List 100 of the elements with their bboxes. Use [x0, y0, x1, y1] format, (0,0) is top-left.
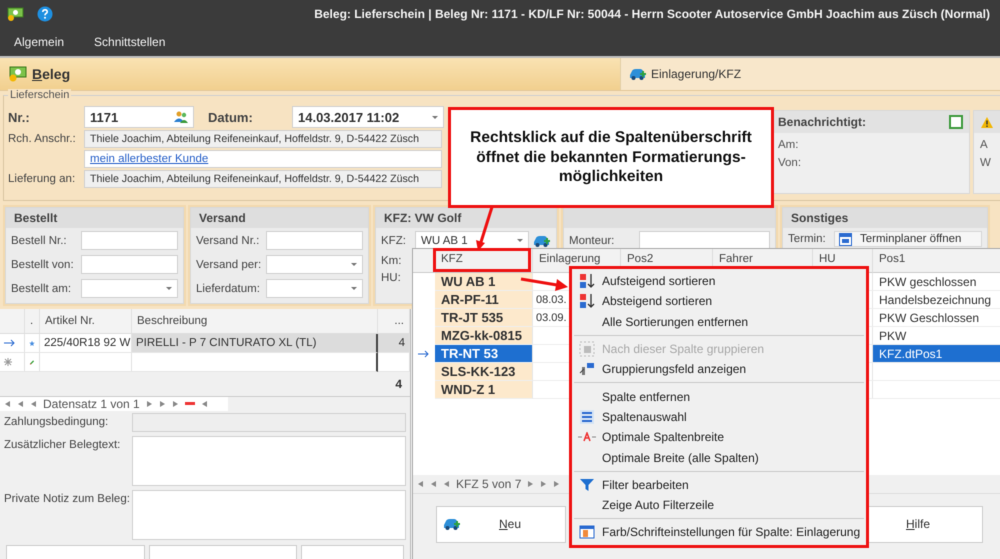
- callout-text: Rechtsklick auf die Spaltenüberschrift öffnet die bekannten Formatierungs-möglichkeiten: [469, 128, 753, 187]
- next-page-icon[interactable]: [158, 400, 166, 408]
- menu-item[interactable]: Optimale Breite (alle Spalten): [572, 447, 866, 468]
- field-label: Am:: [778, 139, 798, 151]
- next-record-icon[interactable]: [146, 400, 153, 408]
- column-header[interactable]: .: [25, 309, 40, 334]
- field-label: Private Notiz zum Beleg:: [4, 492, 128, 505]
- column-list-icon: [579, 408, 595, 425]
- tab[interactable]: Einlagerung/KFZ: [620, 58, 1000, 90]
- table-cell: 4: [378, 334, 410, 353]
- format-icon: [579, 524, 595, 540]
- previous-page-icon[interactable]: [430, 480, 437, 488]
- caret-icon[interactable]: [351, 287, 357, 290]
- warning-icon: [980, 116, 994, 128]
- table-cell[interactable]: WND-Z 1: [435, 381, 533, 399]
- menu-item[interactable]: Filter bearbeiten: [572, 474, 866, 495]
- previous-page-icon[interactable]: [17, 400, 24, 408]
- column-header: [413, 249, 435, 273]
- group-title: Sonstiges: [791, 211, 848, 225]
- input-field[interactable]: [81, 255, 178, 274]
- first-record-icon[interactable]: [4, 400, 11, 408]
- checkbox[interactable]: [949, 115, 963, 129]
- field-label: HU:: [381, 272, 402, 284]
- field-label: Nr.:: [8, 110, 31, 124]
- previous-record-icon[interactable]: [443, 480, 450, 488]
- group-title: Versand: [199, 211, 246, 225]
- window-title: Beleg: Lieferschein | Beleg Nr: 1171 - KD/LF Nr: 50044 - Herrn Scooter Autoservice GmbH Joachim aus Züsch (Normal): [314, 7, 990, 21]
- table-cell[interactable]: TR-JT 535: [435, 309, 533, 327]
- table-cell[interactable]: TR-NT 53: [435, 345, 533, 363]
- column-header[interactable]: Artikel Nr.: [40, 309, 132, 334]
- table-cell[interactable]: WU AB 1: [435, 273, 533, 291]
- button[interactable]: [300, 545, 404, 559]
- table-cell: 225/40R18 92 W: [40, 334, 132, 353]
- column-header[interactable]: Pos1: [873, 249, 1000, 273]
- table-cell[interactable]: SLS-KK-123: [435, 363, 533, 381]
- table-cell[interactable]: AR-PF-11: [435, 291, 533, 309]
- menu-item[interactable]: Schnittstellen: [94, 35, 166, 49]
- row-pointer-icon: [418, 350, 430, 358]
- new-row-icon: [4, 358, 12, 366]
- field-label: Versand Nr.:: [196, 234, 260, 246]
- field-label: Bestellt von:: [11, 258, 75, 270]
- input-field[interactable]: [81, 231, 178, 250]
- dropdown-field[interactable]: [266, 255, 363, 274]
- group-title: Lieferschein: [8, 89, 72, 101]
- table-cell: PIRELLI - P 7 CINTURATO XL (TL): [132, 334, 378, 353]
- group-title: KFZ: VW Golf: [384, 211, 462, 225]
- dropdown-field[interactable]: [81, 279, 178, 298]
- menu-item[interactable]: Spaltenauswahl: [572, 406, 866, 428]
- next-page-icon[interactable]: [540, 480, 548, 488]
- column-header[interactable]: ...: [378, 309, 410, 334]
- first-record-icon[interactable]: [417, 480, 424, 488]
- address-field[interactable]: Thiele Joachim, Abteilung Reifeneinkauf, Hoffeldstr. 9, D-54422 Züsch: [84, 130, 442, 148]
- filter-icon: [579, 476, 595, 493]
- record-counter: Datensatz 1 von 1: [43, 397, 140, 411]
- tab[interactable]: Beleg: [0, 58, 620, 90]
- dropdown-field[interactable]: [266, 279, 363, 298]
- group-panel-icon: [579, 361, 595, 378]
- menu-item[interactable]: Optimale Spaltenbreite: [572, 427, 866, 448]
- help-icon[interactable]: [37, 6, 53, 22]
- date-field[interactable]: 14.03.2017 11:02: [292, 106, 444, 128]
- address-field[interactable]: Thiele Joachim, Abteilung Reifeneinkauf, Hoffeldstr. 9, D-54422 Züsch: [84, 170, 442, 188]
- input-field[interactable]: [132, 413, 406, 432]
- button[interactable]: [148, 545, 297, 559]
- dialog-button[interactable]: Neu: [436, 506, 566, 542]
- menu-item[interactable]: Spalte entfernen: [572, 386, 866, 407]
- car-icon: [533, 234, 551, 248]
- calendar-icon: [839, 232, 852, 246]
- last-record-icon[interactable]: [553, 480, 560, 488]
- menu-item[interactable]: Gruppierungsfeld anzeigen: [572, 359, 866, 380]
- menu-item[interactable]: Aufsteigend sortieren: [572, 271, 866, 292]
- field-label: Datum:: [207, 110, 254, 124]
- field-label: KFZ:: [381, 234, 407, 246]
- caret-icon[interactable]: [517, 239, 523, 242]
- field-label: A: [980, 139, 988, 151]
- field-label: Versand per:: [196, 258, 262, 270]
- app-icon[interactable]: [7, 6, 25, 22]
- next-record-icon[interactable]: [527, 480, 534, 488]
- field-label: Lieferung an:: [8, 173, 76, 185]
- caret-icon[interactable]: [432, 116, 438, 118]
- people-icon[interactable]: [174, 111, 188, 123]
- table-cell[interactable]: MZG-kk-0815: [435, 327, 533, 345]
- button[interactable]: [6, 545, 145, 559]
- last-record-icon[interactable]: [172, 400, 179, 408]
- sort-descending-icon: [579, 293, 595, 310]
- menu-item[interactable]: Algemein: [14, 35, 64, 49]
- add-car-icon: [443, 517, 461, 531]
- caret-icon[interactable]: [351, 263, 357, 266]
- field-label: Zahlungsbedingung:: [4, 415, 110, 428]
- total-value: 4: [394, 376, 403, 393]
- table-cell: [378, 353, 410, 372]
- delete-icon[interactable]: [184, 402, 195, 406]
- caret-icon[interactable]: [166, 287, 172, 290]
- field-label: W: [980, 157, 991, 169]
- field-label: Von:: [778, 157, 802, 169]
- scheduler-button[interactable]: Terminplaner öffnen: [834, 231, 982, 247]
- input-field[interactable]: [266, 231, 363, 250]
- previous-record-icon[interactable]: [30, 400, 37, 408]
- scroll-left-icon[interactable]: [200, 400, 208, 408]
- number-field[interactable]: 1171: [84, 106, 194, 128]
- column-header[interactable]: Beschreibung: [132, 309, 378, 334]
